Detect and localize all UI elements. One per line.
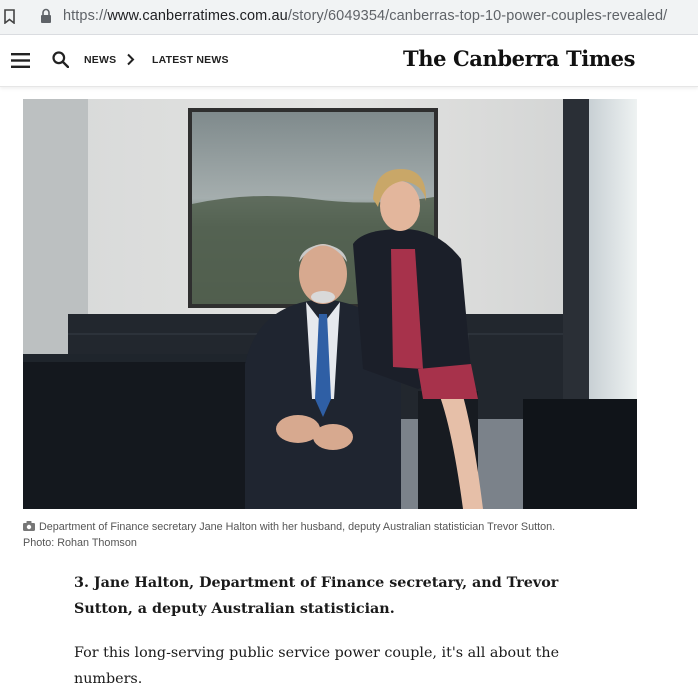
bookmark-icon[interactable]	[4, 9, 15, 24]
url-path: /story/6049354/canberras-top-10-power-co…	[287, 8, 668, 24]
photo-caption: Department of Finance secretary Jane Hal…	[23, 519, 663, 551]
url-host: www.canberratimes.com.au	[107, 8, 288, 24]
lock-icon[interactable]	[40, 8, 52, 24]
url-scheme: https://	[63, 8, 108, 24]
browser-address-bar: https://www.canberratimes.com.au/story/6…	[0, 0, 698, 35]
hero-photo	[23, 99, 637, 509]
search-icon[interactable]	[52, 51, 69, 68]
chevron-right-icon	[127, 53, 135, 66]
camera-icon	[23, 521, 35, 531]
site-logo[interactable]: The Canberra Times	[403, 46, 635, 71]
breadcrumb-latest-news[interactable]: LATEST NEWS	[152, 54, 229, 66]
url-field[interactable]: https://www.canberratimes.com.au/story/6…	[63, 8, 667, 24]
breadcrumb-news[interactable]: NEWS	[84, 54, 116, 66]
article-lead: 3. Jane Halton, Department of Finance se…	[74, 575, 559, 617]
photo-credit: Photo: Rohan Thomson	[23, 537, 137, 549]
article-paragraph: For this long-serving public service pow…	[74, 645, 560, 687]
site-header: NEWS LATEST NEWS The Canberra Times	[0, 35, 698, 87]
hero-photo-illustration	[23, 99, 637, 509]
caption-text: Department of Finance secretary Jane Hal…	[39, 521, 556, 533]
menu-icon[interactable]	[11, 53, 30, 68]
